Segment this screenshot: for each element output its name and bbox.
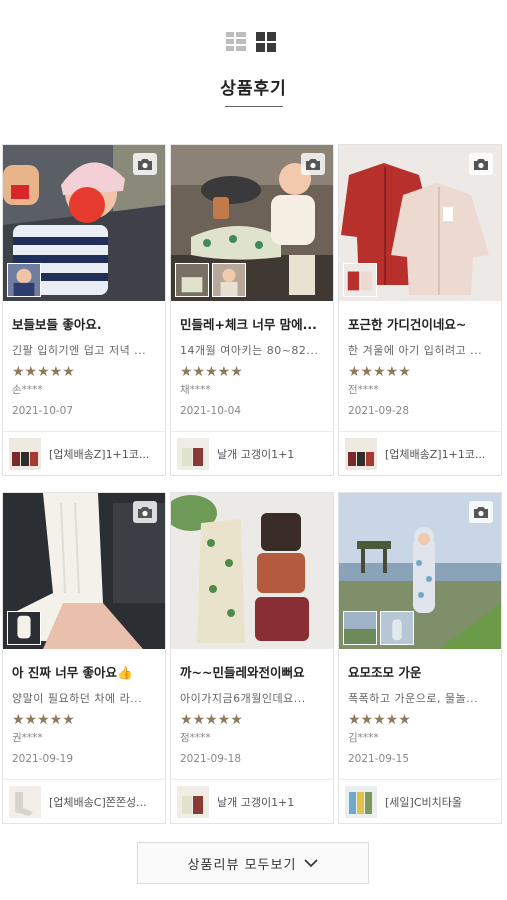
review-body: 한 겨울에 아기 입히려고 ... [348, 344, 483, 357]
review-card[interactable]: 포근한 가디건이네요~ 한 겨울에 아기 입히려고 ... ★★★★★ 전***… [338, 144, 502, 476]
product-link[interactable]: 날개 고갱이1+1 [171, 431, 333, 475]
camera-icon [133, 153, 157, 175]
review-user: 채**** [180, 384, 211, 396]
star-rating: ★★★★★ [180, 364, 243, 380]
review-photo[interactable] [3, 493, 165, 649]
view-all-reviews-button[interactable]: 상품리뷰 모두보기 [137, 842, 369, 884]
review-card[interactable]: 까~~민들레와전이뻐요 아이가지금6개월인데요... ★★★★★ 정**** 2… [170, 492, 334, 824]
review-date: 2021-09-28 [348, 405, 410, 417]
camera-icon [301, 153, 325, 175]
review-user: 손**** [12, 384, 43, 396]
review-date: 2021-09-15 [348, 753, 410, 765]
review-body: 긴팔 입히기엔 덥고 저녁 ... [12, 344, 147, 357]
review-title: 포근한 가디건이네요~ [348, 317, 467, 332]
review-thumbnail[interactable] [380, 611, 414, 645]
review-body: 폭폭하고 가운으로, 물놀... [348, 692, 479, 705]
review-thumbnail[interactable] [343, 263, 377, 297]
review-photo-image [171, 493, 333, 649]
review-date: 2021-10-04 [180, 405, 242, 417]
product-thumbnail [9, 437, 41, 470]
review-body: 양말이 필요하던 차에 라... [12, 692, 143, 705]
review-thumbnails [343, 611, 414, 645]
review-thumbnail[interactable] [212, 263, 246, 297]
product-name: 날개 고갱이1+1 [217, 447, 295, 461]
review-title: 요모조모 가운 [348, 665, 422, 680]
product-name: [업체배송Z]1+1코... [385, 447, 486, 461]
review-card[interactable]: 보들보들 좋아요. 긴팔 입히기엔 덥고 저녁 ... ★★★★★ 손**** … [2, 144, 166, 476]
review-user: 정**** [180, 732, 211, 744]
list-view-icon[interactable] [226, 32, 246, 52]
review-grid: 보들보들 좋아요. 긴팔 입히기엔 덥고 저녁 ... ★★★★★ 손**** … [2, 144, 502, 824]
product-link[interactable]: [업체배송Z]1+1코... [339, 431, 501, 475]
product-thumbnail [345, 437, 377, 470]
camera-icon [133, 501, 157, 523]
review-title: 까~~민들레와전이뻐요 [180, 665, 305, 680]
product-name: [업체배송Z]1+1코... [49, 447, 150, 461]
product-link[interactable]: 날개 고갱이1+1 [171, 779, 333, 823]
product-thumbnail [177, 785, 209, 818]
review-user: 김**** [348, 732, 379, 744]
product-name: [세일]C비치타올 [385, 795, 462, 809]
star-rating: ★★★★★ [348, 712, 411, 728]
star-rating: ★★★★★ [180, 712, 243, 728]
review-user: 권**** [12, 732, 43, 744]
review-thumbnails [7, 263, 41, 297]
review-thumbnail[interactable] [343, 611, 377, 645]
review-thumbnails [175, 263, 246, 297]
star-rating: ★★★★★ [348, 364, 411, 380]
star-rating: ★★★★★ [12, 364, 75, 380]
view-toggle [226, 32, 276, 52]
review-card[interactable]: 민들레+체크 너무 맘에... 14개월 여아키는 80~82... ★★★★★… [170, 144, 334, 476]
review-photo[interactable] [171, 145, 333, 301]
review-photo[interactable] [3, 145, 165, 301]
review-card[interactable]: 요모조모 가운 폭폭하고 가운으로, 물놀... ★★★★★ 김**** 202… [338, 492, 502, 824]
review-user: 전**** [348, 384, 379, 396]
view-all-reviews-label: 상품리뷰 모두보기 [187, 857, 297, 873]
review-card[interactable]: 아 진짜 너무 좋아요👍 양말이 필요하던 차에 라... ★★★★★ 권***… [2, 492, 166, 824]
review-thumbnail[interactable] [175, 263, 209, 297]
product-name: [업체배송C]쫀쫀성... [49, 795, 147, 809]
review-thumbnails [343, 263, 377, 297]
camera-icon [469, 153, 493, 175]
product-thumbnail [9, 785, 41, 818]
review-date: 2021-09-19 [12, 753, 74, 765]
camera-icon [469, 501, 493, 523]
product-link[interactable]: [세일]C비치타올 [339, 779, 501, 823]
review-thumbnails [7, 611, 41, 645]
review-body: 아이가지금6개월인데요... [180, 692, 306, 705]
product-link[interactable]: [업체배송C]쫀쫀성... [3, 779, 165, 823]
review-title: 보들보들 좋아요. [12, 317, 102, 332]
chevron-down-icon [304, 858, 318, 867]
review-photo[interactable] [339, 493, 501, 649]
review-title: 아 진짜 너무 좋아요👍 [12, 665, 133, 680]
review-date: 2021-09-18 [180, 753, 242, 765]
review-thumbnail[interactable] [7, 263, 41, 297]
review-date: 2021-10-07 [12, 405, 74, 417]
section-title: 상품후기 [220, 79, 287, 99]
review-thumbnail[interactable] [7, 611, 41, 645]
title-underline [225, 106, 283, 107]
product-thumbnail [345, 785, 377, 818]
star-rating: ★★★★★ [12, 712, 75, 728]
review-photo[interactable] [171, 493, 333, 649]
grid-view-icon[interactable] [256, 32, 276, 52]
review-photo[interactable] [339, 145, 501, 301]
product-name: 날개 고갱이1+1 [217, 795, 295, 809]
review-body: 14개월 여아키는 80~82... [180, 344, 319, 357]
review-title: 민들레+체크 너무 맘에... [180, 317, 317, 332]
product-thumbnail [177, 437, 209, 470]
product-link[interactable]: [업체배송Z]1+1코... [3, 431, 165, 475]
